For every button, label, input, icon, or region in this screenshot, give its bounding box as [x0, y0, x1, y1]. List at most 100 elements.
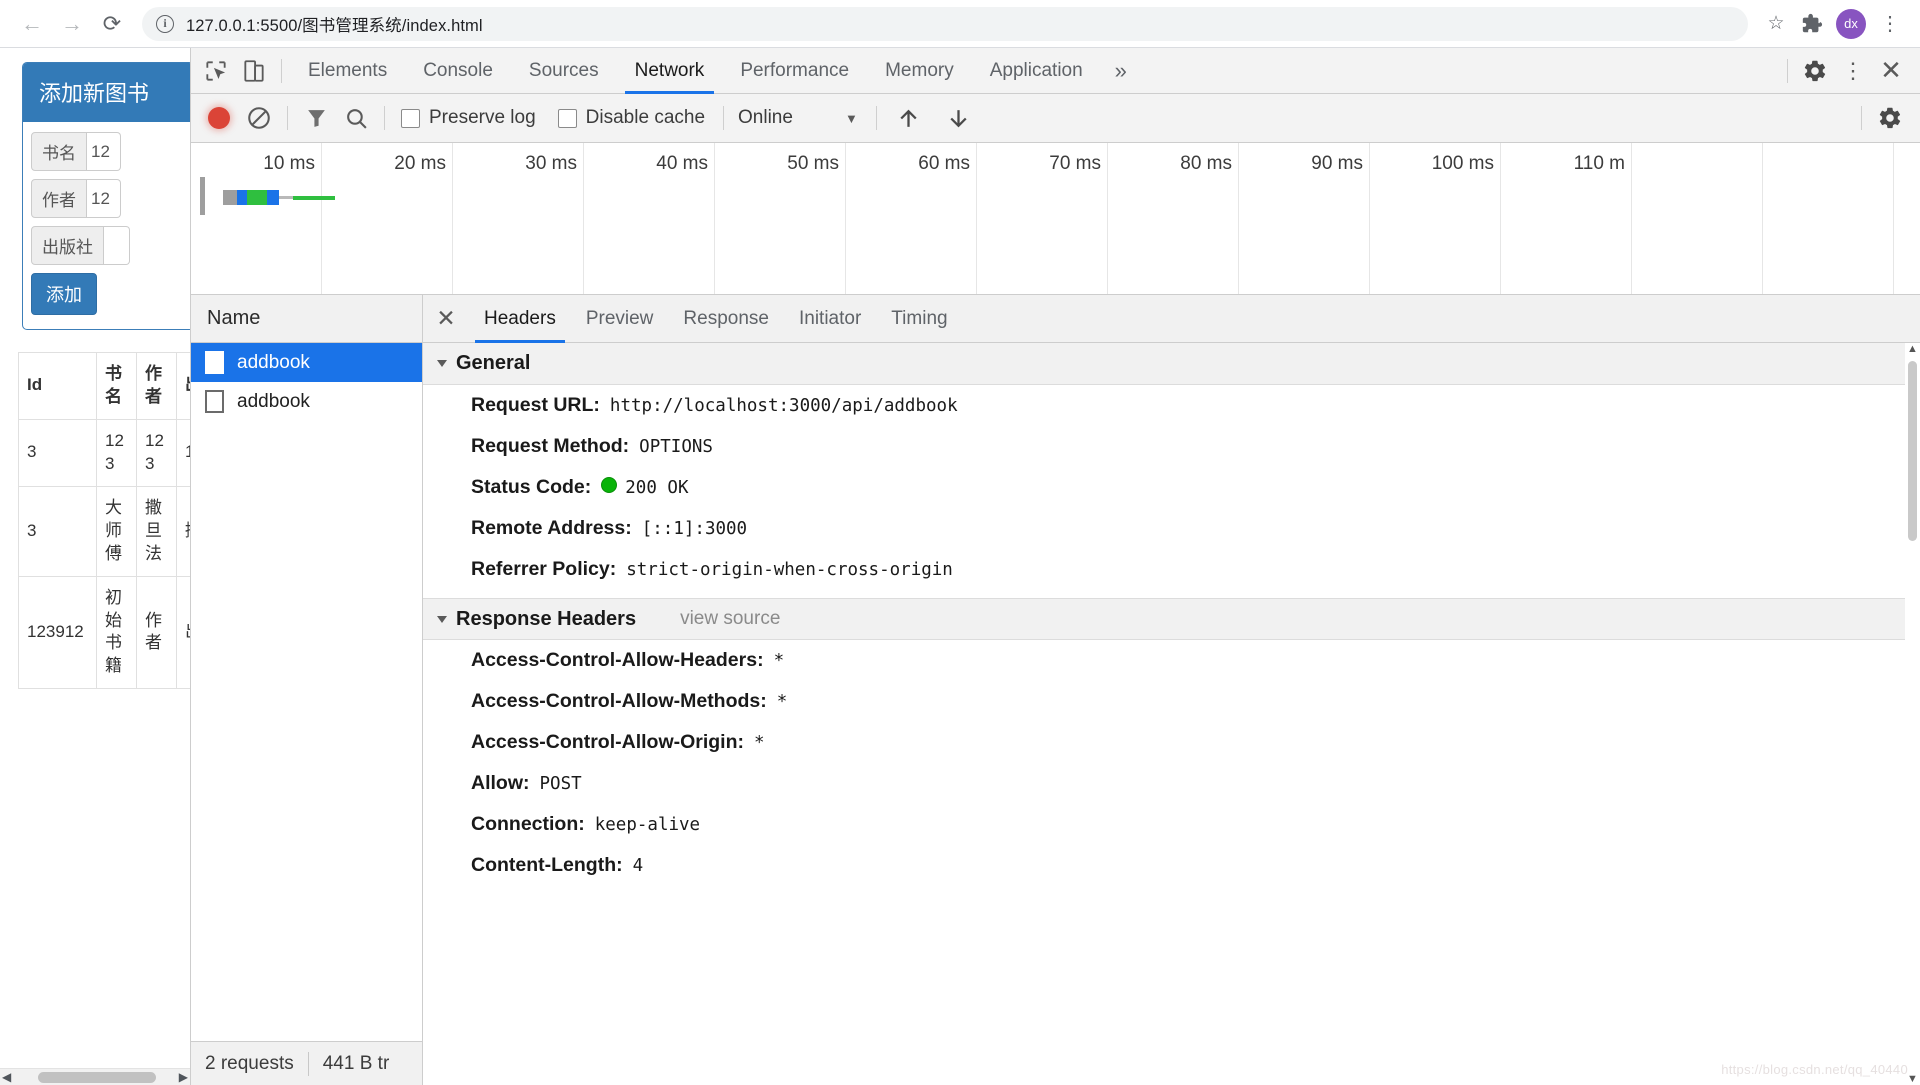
tab-console[interactable]: Console	[405, 48, 511, 94]
field-publisher-input[interactable]	[104, 226, 130, 265]
search-icon[interactable]	[336, 98, 376, 138]
network-overview-timeline[interactable]: 10 ms 20 ms 30 ms 40 ms 50 ms 60 ms 70 m…	[191, 143, 1920, 295]
request-row-addbook-2[interactable]: addbook	[191, 382, 422, 421]
column-header-publisher: 出版社	[176, 352, 190, 420]
browser-menu-icon[interactable]: ⋮	[1872, 6, 1908, 42]
timeline-tick: 40 ms	[584, 143, 715, 294]
entry-key: Status Code:	[471, 476, 592, 498]
scroll-up-arrow-icon[interactable]: ▲	[1905, 343, 1920, 355]
column-header-name: 书名	[96, 352, 137, 420]
view-source-link[interactable]: view source	[680, 608, 780, 630]
disable-cache-label: Disable cache	[585, 107, 706, 128]
bookmark-star-icon[interactable]: ☆	[1758, 6, 1794, 42]
cell-publisher: 123	[176, 418, 190, 487]
entry-key: Request URL:	[471, 394, 600, 416]
chevron-down-icon[interactable]: ▼	[845, 111, 858, 126]
page-horizontal-scrollbar[interactable]: ◀ ▶	[0, 1068, 190, 1085]
detail-tab-label: Initiator	[798, 307, 862, 329]
detail-tab-headers[interactable]: Headers	[469, 295, 571, 343]
web-page-content: 添加新图书 书名 作者 出版社 添加	[0, 48, 190, 1085]
network-settings-gear-icon[interactable]	[1870, 98, 1910, 138]
detail-tab-response[interactable]: Response	[668, 295, 784, 343]
export-har-icon[interactable]	[939, 98, 979, 138]
tab-label: Elements	[308, 59, 388, 81]
watermark-text: https://blog.csdn.net/qq_40440	[1721, 1062, 1908, 1077]
timeline-tick-label: 10 ms	[263, 153, 315, 174]
checkbox-box[interactable]	[557, 108, 577, 128]
filter-icon[interactable]	[296, 98, 336, 138]
detail-tab-initiator[interactable]: Initiator	[784, 295, 876, 343]
detail-tab-timing[interactable]: Timing	[876, 295, 962, 343]
checkbox-box[interactable]	[401, 108, 420, 128]
import-har-icon[interactable]	[889, 98, 929, 138]
response-header-allow: Allow: POST	[423, 763, 1920, 804]
request-row-addbook-1[interactable]: addbook	[191, 343, 422, 382]
extensions-puzzle-icon[interactable]	[1794, 6, 1830, 42]
tab-application[interactable]: Application	[972, 48, 1101, 94]
devtools-menu-icon[interactable]: ⋮	[1834, 52, 1872, 90]
tab-memory[interactable]: Memory	[867, 48, 972, 94]
tab-performance[interactable]: Performance	[722, 48, 867, 94]
entry-value: keep-alive	[594, 815, 701, 835]
response-header-content-length: Content-Length: 4	[423, 845, 1920, 886]
tab-label: Application	[989, 59, 1083, 81]
address-bar[interactable]: i 127.0.0.1:5500/图书管理系统/index.html	[142, 6, 1748, 41]
add-book-button[interactable]: 添加	[31, 273, 97, 315]
site-info-icon[interactable]: i	[156, 14, 174, 33]
table-header-row: Id 书名 作者 出版社	[18, 352, 190, 420]
chevron-down-icon[interactable]	[437, 360, 447, 367]
table-row: 123912 初始书籍 作者 出版	[18, 575, 190, 690]
timeline-tick-label: 110 m	[1573, 153, 1625, 174]
entry-key: Access-Control-Allow-Headers:	[471, 649, 764, 671]
response-header-connection: Connection: keep-alive	[423, 804, 1920, 845]
detail-tab-label: Preview	[585, 307, 654, 329]
general-section-header[interactable]: General	[423, 343, 1920, 385]
timeline-tick: 100 ms	[1370, 143, 1501, 294]
preserve-log-checkbox[interactable]: Preserve log	[401, 107, 536, 129]
timeline-tick: 20 ms	[322, 143, 453, 294]
tab-network[interactable]: Network	[617, 48, 723, 94]
detail-tab-preview[interactable]: Preview	[571, 295, 669, 343]
reload-icon[interactable]: ⟳	[92, 4, 132, 44]
throttling-dropdown[interactable]: Online ▼	[738, 107, 858, 129]
scroll-left-arrow-icon[interactable]: ◀	[2, 1070, 11, 1084]
timeline-tick: 30 ms	[453, 143, 584, 294]
document-icon	[205, 351, 224, 374]
entry-key: Request Method:	[471, 435, 630, 457]
table-row: 3 123 123 123	[18, 418, 190, 487]
device-toolbar-icon[interactable]	[235, 52, 273, 90]
record-stop-icon[interactable]	[199, 98, 239, 138]
books-table: Id 书名 作者 出版社 3 123 123 123 3 大师傅 撒旦法 撒旦	[18, 352, 190, 690]
clear-icon[interactable]	[239, 98, 279, 138]
field-book-name-label: 书名	[31, 132, 87, 171]
close-detail-icon[interactable]: ✕	[423, 305, 469, 332]
chevron-double-right-icon[interactable]: »	[1101, 58, 1141, 84]
tab-elements[interactable]: Elements	[290, 48, 405, 94]
timeline-tick-label: 20 ms	[394, 153, 446, 174]
entry-value: *	[776, 692, 788, 712]
response-headers-section-header[interactable]: Response Headers view source	[423, 598, 1920, 640]
response-headers-section-title: Response Headers	[456, 607, 637, 630]
entry-key: Content-Length:	[471, 854, 623, 876]
requests-list[interactable]: addbook addbook	[191, 343, 422, 1041]
scroll-right-arrow-icon[interactable]: ▶	[179, 1070, 188, 1084]
forward-icon[interactable]: →	[52, 4, 92, 44]
tab-sources[interactable]: Sources	[511, 48, 617, 94]
cursor-select-icon[interactable]	[197, 52, 235, 90]
gear-icon[interactable]	[1796, 52, 1834, 90]
scrollbar-thumb[interactable]	[38, 1072, 156, 1083]
avatar[interactable]: dx	[1836, 8, 1866, 39]
field-book-name-input[interactable]	[87, 132, 121, 171]
detail-vertical-scrollbar[interactable]: ▲ ▼	[1905, 343, 1920, 1085]
scrollbar-thumb[interactable]	[1908, 361, 1917, 541]
field-author-input[interactable]	[87, 179, 121, 218]
entry-value: 4	[632, 856, 644, 876]
disable-cache-checkbox[interactable]: Disable cache	[557, 107, 706, 129]
close-icon[interactable]: ✕	[1872, 52, 1910, 90]
back-icon[interactable]: ←	[12, 4, 52, 44]
browser-toolbar: ← → ⟳ i 127.0.0.1:5500/图书管理系统/index.html…	[0, 0, 1920, 48]
requests-table-header[interactable]: Name	[191, 295, 422, 343]
general-entry-status-code: Status Code: 200 OK	[423, 467, 1920, 508]
entry-key: Remote Address:	[471, 517, 632, 539]
chevron-down-icon[interactable]	[437, 615, 447, 623]
